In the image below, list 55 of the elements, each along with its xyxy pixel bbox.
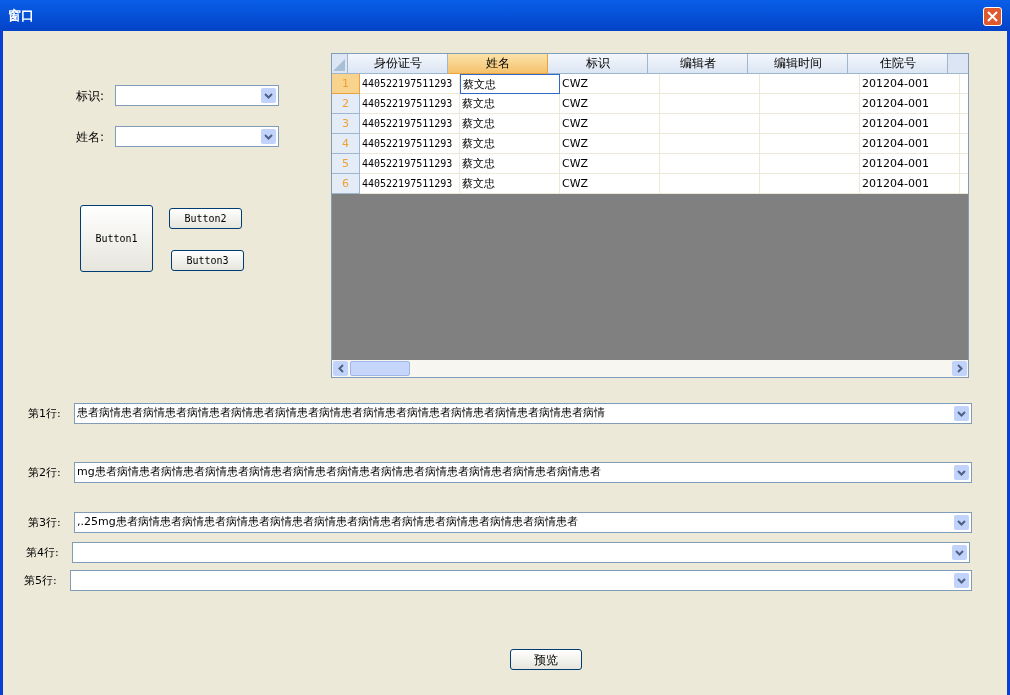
scroll-thumb[interactable]	[350, 361, 410, 376]
column-header[interactable]: 标识	[548, 54, 648, 74]
table-cell: CWZ	[560, 94, 660, 114]
close-button[interactable]	[983, 7, 1002, 26]
dropdown-field[interactable]	[115, 85, 279, 106]
table-cell: CWZ	[560, 134, 660, 154]
dropdown-field[interactable]: 患者病情患者病情患者病情患者病情患者病情患者病情患者病情患者病情患者病情患者病情患者病情患者病情	[74, 403, 972, 424]
table-cell: 蔡文忠	[460, 134, 560, 154]
table-cell: CWZ	[560, 74, 660, 94]
table-cell: CWZ	[560, 174, 660, 194]
dropdown-field[interactable]: ,.25mg患者病情患者病情患者病情患者病情患者病情患者病情患者病情患者病情患者病情患者病情患者	[74, 512, 972, 533]
close-icon	[987, 11, 998, 22]
column-header[interactable]: 编辑者	[648, 54, 748, 74]
table-cell: 蔡文忠	[460, 174, 560, 194]
table-cell: 蔡文忠	[460, 114, 560, 134]
column-header[interactable]: 身份证号	[348, 54, 448, 74]
scroll-left-icon[interactable]	[333, 361, 348, 376]
scroll-right-icon[interactable]	[952, 361, 967, 376]
window-title: 窗口	[8, 6, 34, 25]
column-header[interactable]: 编辑时间	[748, 54, 848, 74]
field-label: 第4行:	[26, 545, 59, 561]
push-button[interactable]: Button3	[171, 250, 244, 271]
field-label: 第1行:	[28, 406, 61, 422]
table-cell: 201204-001	[860, 74, 960, 94]
table-cell: 440522197511293	[360, 94, 460, 114]
table-cell: 440522197511293	[360, 114, 460, 134]
dropdown-field[interactable]	[72, 542, 970, 563]
dropdown-field[interactable]: mg患者病情患者病情患者病情患者病情患者病情患者病情患者病情患者病情患者病情患者病情患者病情患者	[74, 462, 972, 483]
table-cell: 440522197511293	[360, 154, 460, 174]
table-cell: 201204-001	[860, 114, 960, 134]
field-label: 第5行:	[24, 573, 57, 589]
table-cell: 蔡文忠	[460, 94, 560, 114]
dropdown-field[interactable]	[115, 126, 279, 147]
preview-button[interactable]: 预览	[510, 649, 582, 670]
table-cell: 440522197511293	[360, 134, 460, 154]
push-button[interactable]: Button1	[80, 205, 153, 272]
field-label: 第2行:	[28, 465, 61, 481]
table-cell: 440522197511293	[360, 74, 460, 94]
push-button[interactable]: Button2	[169, 208, 242, 229]
table-cell: 440522197511293	[360, 174, 460, 194]
table-cell: CWZ	[560, 154, 660, 174]
dropdown-field[interactable]	[70, 570, 972, 591]
column-header[interactable]: 姓名	[448, 54, 548, 74]
field-label: 第3行:	[28, 515, 61, 531]
field-label: 标识:	[76, 88, 105, 105]
column-header[interactable]: 住院号	[848, 54, 948, 74]
field-label: 姓名:	[76, 129, 105, 146]
table-cell: 201204-001	[860, 134, 960, 154]
horizontal-scrollbar[interactable]	[332, 360, 968, 377]
table-cell: 蔡文忠	[460, 154, 560, 174]
table-cell: CWZ	[560, 114, 660, 134]
table-cell: 201204-001	[860, 94, 960, 114]
table-cell: 蔡文忠	[460, 74, 560, 94]
table-cell: 201204-001	[860, 154, 960, 174]
table-cell: 201204-001	[860, 174, 960, 194]
